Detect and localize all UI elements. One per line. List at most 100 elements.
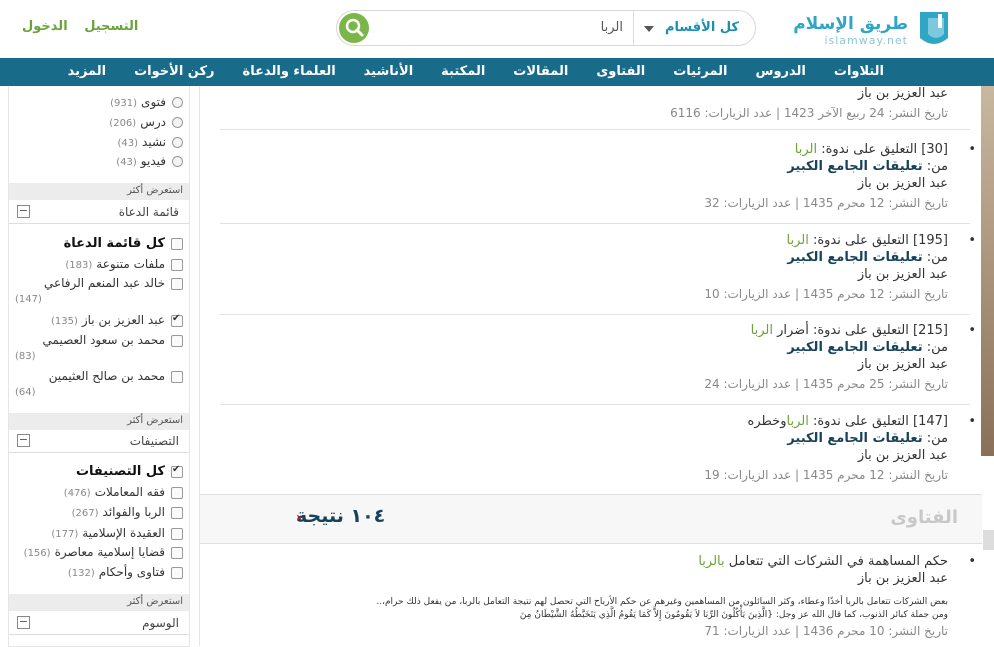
filter-label: فتاوى وأحكام bbox=[98, 565, 165, 579]
checkbox-filter-option[interactable]: ملفات متنوعة(183) bbox=[65, 257, 183, 271]
results-count: ١٠٤ نتيجة bbox=[296, 505, 386, 527]
checkbox-icon[interactable] bbox=[171, 370, 183, 383]
type-filter-option[interactable]: فيديو(43) bbox=[116, 154, 183, 168]
checkbox-filter-option[interactable]: فتاوى وأحكام(132) bbox=[68, 565, 183, 579]
results-count-link[interactable]: ١٠٤ نتيجة bbox=[296, 505, 385, 527]
fatwa-author[interactable]: عبد العزيز بن باز bbox=[858, 571, 948, 586]
result-author[interactable]: عبد العزيز بن باز bbox=[858, 86, 948, 101]
checkbox-icon[interactable] bbox=[171, 237, 183, 250]
chevron-left-icon[interactable]: ‹ bbox=[296, 510, 302, 526]
type-filter-option[interactable]: نشيد(43) bbox=[117, 135, 183, 149]
scrollbar[interactable] bbox=[983, 530, 994, 550]
collapse-icon[interactable]: − bbox=[17, 434, 30, 447]
filter-count: (43) bbox=[116, 157, 137, 168]
checkbox-icon[interactable] bbox=[171, 566, 183, 579]
checkbox-filter-option[interactable]: عبد العزيز بن باز(135) bbox=[51, 313, 183, 327]
search-category-label: كل الأقسام bbox=[665, 20, 739, 35]
checkbox-filter-option[interactable]: محمد بن سعود العصيمي bbox=[43, 333, 183, 347]
radio-icon[interactable] bbox=[172, 97, 183, 108]
result-title-keyword: الربا bbox=[786, 233, 809, 248]
result-title[interactable]: [215] التعليق على ندوة: أضرار الربا bbox=[751, 323, 948, 338]
show-more-link[interactable]: استعرض أكثر bbox=[9, 183, 189, 200]
filter-label: فقه المعاملات bbox=[94, 485, 165, 499]
checkbox-icon[interactable] bbox=[171, 527, 183, 540]
checkbox-filter-option[interactable]: كل التصنيفات bbox=[76, 464, 183, 479]
result-author[interactable]: عبد العزيز بن باز bbox=[858, 448, 948, 463]
categories-header[interactable]: التصنيفات − bbox=[9, 430, 189, 453]
checkbox-filter-option[interactable]: محمد بن صالح العثيمين bbox=[49, 369, 183, 383]
series-link[interactable]: تعليقات الجامع الكبير bbox=[787, 340, 922, 355]
filter-label: خالد عبد المنعم الرفاعي bbox=[43, 276, 165, 290]
nav-item[interactable]: العلماء والدعاة bbox=[229, 58, 350, 86]
result-author[interactable]: عبد العزيز بن باز bbox=[858, 267, 948, 282]
show-more-link[interactable]: استعرض أكثر bbox=[9, 413, 189, 430]
site-logo[interactable]: طريق الإسلام islamway.net bbox=[793, 8, 952, 50]
filter-count: (135) bbox=[50, 316, 78, 327]
from-label: من: bbox=[926, 340, 948, 355]
collapse-icon[interactable]: − bbox=[17, 205, 30, 218]
radio-icon[interactable] bbox=[172, 117, 183, 128]
categories-title: التصنيفات bbox=[129, 434, 179, 448]
site-header: طريق الإسلام islamway.net كل الأقسام الر… bbox=[0, 0, 994, 58]
search-category-select[interactable]: كل الأقسام bbox=[633, 11, 755, 45]
nav-item[interactable]: المزيد bbox=[54, 58, 121, 86]
checkbox-icon[interactable] bbox=[171, 506, 183, 519]
result-author[interactable]: عبد العزيز بن باز bbox=[858, 176, 948, 191]
result-title[interactable]: [195] التعليق على ندوة: الربا bbox=[786, 233, 948, 248]
series-link[interactable]: تعليقات الجامع الكبير bbox=[787, 250, 922, 265]
checkbox-icon[interactable] bbox=[171, 546, 183, 559]
nav-item[interactable]: الفتاوى bbox=[582, 58, 659, 86]
register-link[interactable]: التسجيل bbox=[84, 19, 138, 34]
checkbox-filter-option[interactable]: قضايا إسلامية معاصرة(156) bbox=[24, 545, 183, 559]
filter-count: (64) bbox=[15, 387, 36, 398]
nav-item[interactable]: التلاوات bbox=[820, 58, 898, 86]
result-title-text: التعليق على ندوة: أضرار bbox=[777, 323, 909, 338]
result-meta: تاريخ النشر: 12 محرم 1435 | عدد الزيارات… bbox=[704, 196, 948, 210]
radio-icon[interactable] bbox=[172, 137, 183, 148]
divider bbox=[220, 129, 970, 130]
type-filter-option[interactable]: درس(206) bbox=[109, 115, 183, 129]
series-link[interactable]: تعليقات الجامع الكبير bbox=[787, 159, 922, 174]
bullet-icon: • bbox=[968, 323, 976, 338]
checkbox-icon[interactable] bbox=[171, 334, 183, 347]
checkbox-icon[interactable] bbox=[171, 258, 183, 271]
show-more-link[interactable]: استعرض أكثر bbox=[9, 594, 189, 611]
checkbox-icon[interactable] bbox=[171, 486, 183, 499]
bullet-icon: • bbox=[968, 554, 976, 569]
result-number: [147] bbox=[913, 414, 948, 429]
result-number: [195] bbox=[913, 233, 948, 248]
filter-count: (267) bbox=[71, 508, 99, 519]
filter-count: (147) bbox=[15, 294, 42, 305]
nav-item[interactable]: المرئيات bbox=[659, 58, 741, 86]
result-title[interactable]: [147] التعليق على ندوة: الرباوخطره bbox=[748, 414, 948, 429]
speakers-header[interactable]: قائمة الدعاة − bbox=[9, 201, 189, 224]
checkbox-icon[interactable] bbox=[171, 277, 183, 290]
checkbox-filter-option[interactable]: كل قائمة الدعاة bbox=[64, 236, 183, 251]
fatwa-title[interactable]: حكم المساهمة في الشركات التي تتعامل بالر… bbox=[698, 554, 948, 569]
search-button[interactable] bbox=[339, 13, 369, 43]
result-title[interactable]: [30] التعليق على ندوة: الربا bbox=[795, 142, 948, 157]
checkbox-filter-option[interactable]: العقيدة الإسلامية(177) bbox=[51, 526, 183, 540]
checkbox-filter-option[interactable]: فقه المعاملات(476) bbox=[64, 485, 183, 499]
checkbox-icon[interactable] bbox=[171, 313, 183, 327]
nav-item[interactable]: المكتبة bbox=[427, 58, 499, 86]
search-input[interactable]: الربا bbox=[601, 20, 623, 35]
radio-icon[interactable] bbox=[172, 156, 183, 167]
nav-item[interactable]: المقالات bbox=[499, 58, 582, 86]
checkbox-filter-option[interactable]: خالد عبد المنعم الرفاعي bbox=[44, 276, 183, 290]
nav-item[interactable]: ركن الأخوات bbox=[120, 58, 228, 86]
series-link[interactable]: تعليقات الجامع الكبير bbox=[787, 431, 922, 446]
section-title[interactable]: الفتاوى bbox=[890, 507, 958, 528]
login-link[interactable]: الدخول bbox=[22, 19, 68, 34]
result-author[interactable]: عبد العزيز بن باز bbox=[858, 357, 948, 372]
nav-item[interactable]: الأناشيد bbox=[350, 58, 428, 86]
type-filter-option[interactable]: فتوى(931) bbox=[110, 95, 183, 109]
checkbox-filter-option[interactable]: الربا والفوائد(267) bbox=[72, 505, 183, 519]
divider bbox=[220, 404, 970, 405]
nav-item[interactable]: الدروس bbox=[742, 58, 820, 86]
excerpt-line: بعض الشركات تتعامل بالربا أخذًا وعطاء، و… bbox=[376, 597, 948, 607]
collapse-icon[interactable]: − bbox=[17, 616, 30, 629]
bullet-icon: • bbox=[968, 233, 976, 248]
checkbox-icon[interactable] bbox=[171, 464, 183, 478]
tags-header[interactable]: الوسوم − bbox=[9, 612, 189, 635]
